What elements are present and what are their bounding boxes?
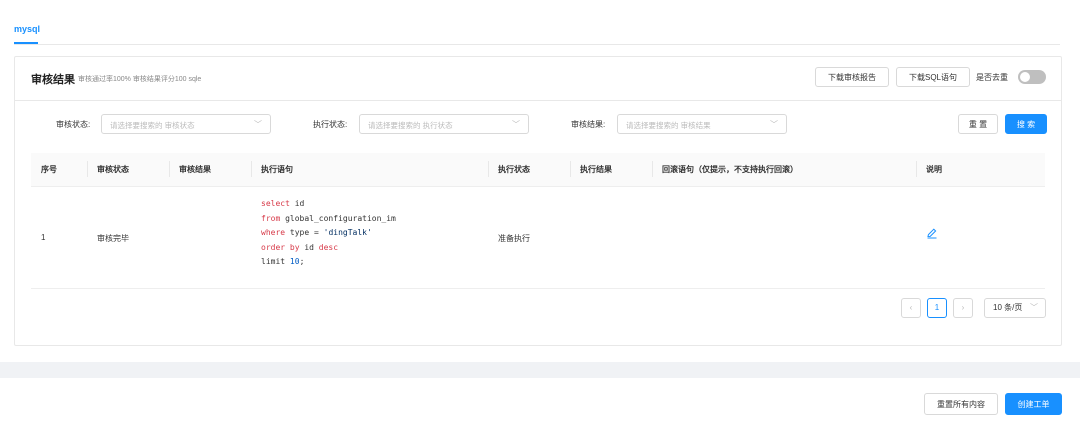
create-order-button[interactable]: 创建工单 bbox=[1005, 393, 1062, 415]
column-divider bbox=[570, 161, 571, 177]
column-header: 执行状态 bbox=[498, 165, 530, 174]
sql-token: ; bbox=[299, 257, 305, 266]
audit-result-card: 审核结果 审核通过率100% 审核结果评分100 sqle 下载审核报告 下载S… bbox=[14, 56, 1062, 346]
column-divider bbox=[87, 161, 88, 177]
column-header: 审核状态 bbox=[97, 165, 129, 174]
audit-status-filter-label: 审核状态: bbox=[56, 120, 91, 129]
prev-page-button[interactable]: ‹ bbox=[901, 298, 921, 318]
search-button[interactable]: 搜 索 bbox=[1005, 114, 1047, 134]
card-title: 审核结果 bbox=[31, 74, 75, 86]
tab-bar: mysql bbox=[14, 22, 1060, 45]
audit-result-select[interactable]: 请选择要搜索的 审核结果 ﹀ bbox=[617, 114, 787, 134]
dedupe-toggle[interactable] bbox=[1018, 70, 1046, 84]
sql-token: id bbox=[289, 199, 305, 208]
chevron-down-icon: ﹀ bbox=[254, 120, 262, 129]
download-report-button[interactable]: 下载审核报告 bbox=[815, 67, 889, 87]
column-header: 执行结果 bbox=[580, 165, 612, 174]
page-size-value: 10 条/页 bbox=[993, 303, 1023, 312]
row-sql-statement: select id from global_configuration_im whe… bbox=[261, 197, 396, 270]
row-index: 1 bbox=[41, 233, 46, 242]
sql-token: type = bbox=[285, 228, 324, 237]
sql-token: desc bbox=[318, 242, 339, 252]
sql-token: 'dingTalk' bbox=[323, 228, 372, 237]
sql-line: where type = 'dingTalk' bbox=[261, 226, 396, 241]
exec-status-filter-label: 执行状态: bbox=[313, 120, 348, 129]
audit-result-placeholder: 请选择要搜索的 审核结果 bbox=[626, 121, 711, 130]
footer-bar: 重置所有内容 创建工单 bbox=[0, 378, 1080, 432]
sql-line: order by id desc bbox=[261, 241, 396, 256]
column-divider bbox=[488, 161, 489, 177]
sql-token: from bbox=[261, 213, 281, 223]
toggle-knob bbox=[1020, 72, 1030, 82]
reset-button[interactable]: 重 置 bbox=[958, 114, 998, 134]
chevron-down-icon: ﹀ bbox=[1030, 303, 1038, 312]
reset-all-button[interactable]: 重置所有内容 bbox=[924, 393, 998, 415]
sql-line: select id bbox=[261, 197, 396, 212]
card-header: 审核结果 审核通过率100% 审核结果评分100 sqle 下载审核报告 下载S… bbox=[15, 57, 1061, 101]
sql-token: 10 bbox=[289, 257, 300, 266]
sql-line: limit 10; bbox=[261, 255, 396, 270]
dedupe-label: 是否去重 bbox=[976, 73, 1008, 82]
chevron-down-icon: ﹀ bbox=[512, 120, 520, 129]
page-1-button[interactable]: 1 bbox=[927, 298, 947, 318]
column-divider bbox=[169, 161, 170, 177]
download-sql-button[interactable]: 下载SQL语句 bbox=[896, 67, 970, 87]
sql-token: select bbox=[261, 199, 290, 208]
exec-status-select[interactable]: 请选择要搜索的 执行状态 ﹀ bbox=[359, 114, 529, 134]
table-row: 1 审核完毕 select id from global_configuratio… bbox=[31, 187, 1045, 289]
audit-status-placeholder: 请选择要搜索的 审核状态 bbox=[110, 121, 195, 130]
page-size-select[interactable]: 10 条/页 ﹀ bbox=[984, 298, 1046, 318]
audit-status-select[interactable]: 请选择要搜索的 审核状态 ﹀ bbox=[101, 114, 271, 134]
row-exec-status: 准备执行 bbox=[498, 234, 530, 243]
column-header: 序号 bbox=[41, 165, 57, 174]
tab-mysql[interactable]: mysql bbox=[14, 24, 40, 34]
sql-token: order by bbox=[261, 242, 300, 252]
row-audit-status: 审核完毕 bbox=[97, 234, 129, 243]
sql-token: id bbox=[299, 242, 319, 252]
column-header: 执行语句 bbox=[261, 165, 293, 174]
column-divider bbox=[652, 161, 653, 177]
edit-icon[interactable] bbox=[926, 227, 938, 239]
column-header: 回滚语句（仅提示，不支持执行回滚） bbox=[662, 165, 798, 174]
column-divider bbox=[916, 161, 917, 177]
card-subtitle: 审核通过率100% 审核结果评分100 sqle bbox=[78, 76, 202, 83]
sql-token: limit bbox=[261, 257, 286, 266]
sql-token: global_configuration_im bbox=[280, 213, 396, 223]
main-panel: mysql 审核结果 审核通过率100% 审核结果评分100 sqle 下载审核… bbox=[0, 0, 1080, 362]
sql-token: where bbox=[261, 228, 286, 237]
chevron-down-icon: ﹀ bbox=[770, 120, 778, 129]
column-divider bbox=[251, 161, 252, 177]
exec-status-placeholder: 请选择要搜索的 执行状态 bbox=[368, 121, 453, 130]
column-header: 审核结果 bbox=[179, 165, 211, 174]
active-tab-indicator bbox=[14, 42, 38, 44]
column-header: 说明 bbox=[926, 165, 942, 174]
table-header: 序号 审核状态 审核结果 执行语句 执行状态 执行结果 回滚语句（仅提示，不支持… bbox=[31, 153, 1045, 187]
sql-line: from global_configuration_im bbox=[261, 212, 396, 227]
audit-result-filter-label: 审核结果: bbox=[571, 120, 606, 129]
next-page-button[interactable]: › bbox=[953, 298, 973, 318]
